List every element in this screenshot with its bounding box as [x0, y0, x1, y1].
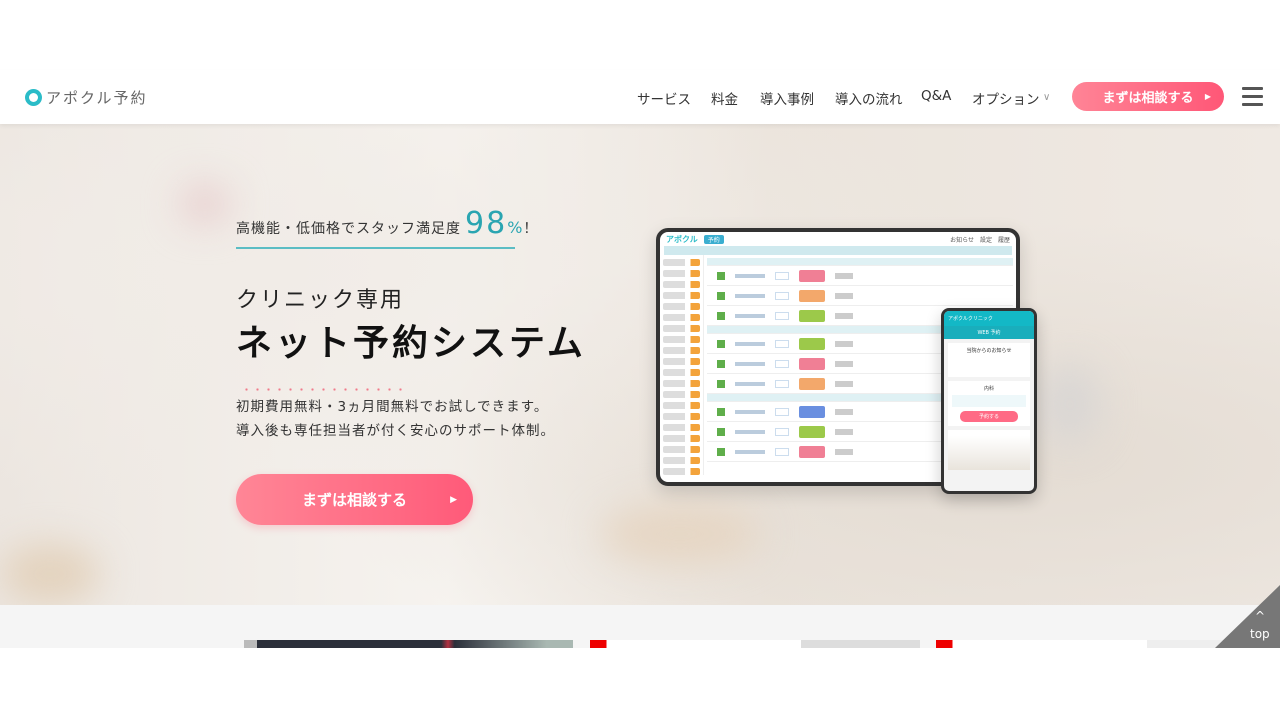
consult-button-header[interactable]: まずは相談する ▶	[1072, 82, 1224, 111]
exclaim: ！	[523, 221, 539, 237]
logo[interactable]: アポクル予約	[25, 87, 148, 108]
mock-slot	[663, 457, 700, 464]
mock-slot	[663, 391, 700, 398]
mock-row	[707, 286, 1013, 306]
hero-subtitle: クリニック専用	[236, 288, 405, 313]
mock-slot	[663, 413, 700, 420]
logo-text: アポクル予約	[46, 89, 148, 107]
mock-slot	[663, 292, 700, 299]
phone-subtitle: WEB 予約	[944, 326, 1034, 339]
satisfaction-tagline: 高機能・低価格でスタッフ満足度 98%！	[236, 206, 538, 241]
mock-slot	[663, 314, 700, 321]
percent-unit: %	[507, 218, 524, 237]
phone-dept-card: 内科 予約する	[948, 381, 1030, 426]
hero-title: ネット予約システム	[236, 323, 586, 364]
mock-slot	[663, 336, 700, 343]
to-top-label: top	[1250, 627, 1270, 641]
phone-notice: 当院からのお知らせ	[948, 343, 1030, 377]
mock-row	[707, 258, 1013, 266]
mock-slot	[663, 347, 700, 354]
mock-slot	[663, 358, 700, 365]
tablet-menu-item: 設定	[979, 236, 992, 244]
news-card[interactable]	[590, 640, 920, 648]
caret-right-icon: ▶	[450, 494, 457, 505]
tablet-brand: アポクル	[666, 234, 698, 244]
phone-dept: 内科	[983, 386, 994, 392]
mock-slot	[663, 402, 700, 409]
hero-desc-2: 導入後も専任担当者が付く安心のサポート体制。	[236, 423, 555, 439]
hero	[0, 124, 1280, 605]
mock-slot	[663, 303, 700, 310]
nav-case-studies[interactable]: 導入事例	[760, 88, 814, 108]
phone-reserve-button: 予約する	[960, 411, 1018, 422]
logo-icon	[25, 89, 42, 106]
mock-row	[707, 266, 1013, 286]
nav-service[interactable]: サービス	[637, 88, 691, 108]
tablet-menu-item: 履歴	[997, 236, 1010, 244]
nav-qa[interactable]: Q&A	[921, 88, 951, 104]
hamburger-menu-icon[interactable]	[1242, 87, 1263, 106]
tagline-underline	[236, 247, 515, 249]
nav-pricing[interactable]: 料金	[711, 88, 738, 108]
nav-flow[interactable]: 導入の流れ	[835, 88, 903, 108]
mock-slot	[663, 281, 700, 288]
news-card[interactable]	[244, 640, 573, 648]
mock-slot	[663, 424, 700, 431]
mock-slot	[663, 446, 700, 453]
mock-slot	[663, 259, 700, 266]
caret-up-icon: ^	[1255, 609, 1266, 623]
chevron-down-icon[interactable]: ∨	[1043, 92, 1050, 103]
mock-slot	[663, 325, 700, 332]
site-header: アポクル予約 サービス 料金 導入事例 導入の流れ Q&A オプション ∨ まず…	[0, 70, 1280, 124]
satisfaction-percent: 98	[465, 206, 508, 241]
phone-title: アポクルクリニック	[944, 311, 1034, 326]
tagline-text: 高機能・低価格でスタッフ満足度	[236, 221, 461, 237]
mock-slot	[663, 380, 700, 387]
consult-label: まずは相談する	[1102, 91, 1194, 106]
mock-slot	[663, 435, 700, 442]
mock-slot	[663, 270, 700, 277]
tablet-tab: 予約	[703, 234, 724, 244]
tablet-menu-item: お知らせ	[950, 236, 974, 244]
dotted-divider	[241, 388, 406, 391]
hero-desc-1: 初期費用無料・3ヵ月間無料でお試しできます。	[236, 399, 549, 415]
phone-mockup: アポクルクリニック WEB 予約 当院からのお知らせ 内科予約する	[941, 308, 1037, 494]
nav-options[interactable]: オプション	[972, 88, 1040, 108]
mock-slot	[663, 468, 700, 475]
consult-button-hero[interactable]: まずは相談する ▶	[236, 474, 473, 525]
caret-right-icon: ▶	[1204, 92, 1211, 101]
consult-label: まずは相談する	[301, 491, 407, 509]
mock-slot	[663, 369, 700, 376]
